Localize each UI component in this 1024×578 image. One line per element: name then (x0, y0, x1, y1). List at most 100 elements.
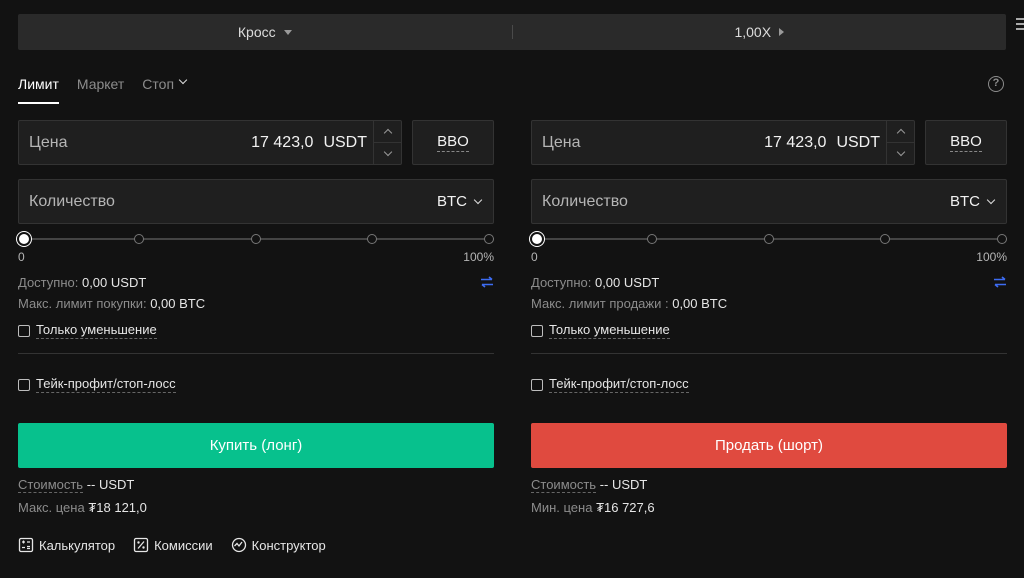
margin-mode-selector[interactable]: Кросс (18, 14, 512, 50)
margin-mode-label: Кросс (237, 24, 276, 40)
constructor-button[interactable]: Конструктор (231, 537, 326, 553)
chevron-up-icon (383, 128, 392, 138)
calculator-icon (18, 537, 34, 553)
divider (531, 353, 1007, 354)
max-limit-value: 0,00 BTC (672, 296, 728, 311)
leverage-label: 1,00X (734, 24, 772, 40)
hamburger-icon[interactable] (1016, 18, 1024, 32)
currency-label: BTC (950, 193, 980, 210)
sell-short-button[interactable]: Продать (шорт) (531, 423, 1007, 468)
max-price-value: ₮18 121,0 (88, 500, 147, 515)
max-limit-label: Макс. лимит покупки: (18, 296, 147, 311)
leverage-selector[interactable]: 1,00X (513, 14, 1007, 50)
tp-sl-checkbox[interactable]: Тейк-профит/стоп-лосс (18, 376, 494, 393)
tab-market-label: Маркет (76, 76, 125, 92)
swap-arrows-icon[interactable] (480, 276, 494, 288)
quantity-currency-selector[interactable]: BTC (950, 193, 996, 210)
bottom-tools: Калькулятор Комиссии Конструктор (18, 537, 326, 553)
divider (18, 353, 494, 354)
calculator-label: Калькулятор (39, 537, 116, 553)
reduce-only-checkbox[interactable]: Только уменьшение (531, 322, 1007, 339)
checkbox-box[interactable] (18, 324, 30, 337)
increment-button[interactable] (887, 121, 914, 143)
bbo-label: BBO (950, 133, 982, 152)
checkbox-box[interactable] (531, 378, 543, 391)
max-limit-value: 0,00 BTC (150, 296, 206, 311)
fees-button[interactable]: Комиссии (133, 537, 213, 553)
price-unit: USDT (323, 133, 367, 151)
sell-price-input[interactable]: Цена 17 423,0 USDT (531, 120, 915, 165)
chevron-down-icon (178, 75, 188, 85)
quantity-label: Количество (542, 192, 628, 210)
quantity-currency-selector[interactable]: BTC (437, 193, 483, 210)
decrement-button[interactable] (374, 143, 401, 164)
buy-long-button[interactable]: Купить (лонг) (18, 423, 494, 468)
constructor-label: Конструктор (251, 537, 326, 553)
cost-label: Стоимость (531, 477, 597, 493)
price-stepper (886, 121, 914, 164)
tab-limit[interactable]: Лимит (18, 74, 59, 104)
min-price-label: Мин. цена (531, 500, 593, 515)
increment-button[interactable] (374, 121, 401, 143)
strategy-icon (231, 537, 246, 553)
bbo-button[interactable]: BBO (412, 120, 494, 165)
tab-stop-label: Стоп (142, 76, 175, 92)
slider-handle[interactable] (530, 232, 544, 246)
chevron-down-icon (473, 195, 483, 204)
calculator-button[interactable]: Калькулятор (18, 537, 115, 553)
sell-quantity-input[interactable]: Количество BTC (531, 179, 1007, 224)
max-price-label: Макс. цена (18, 500, 85, 515)
checkbox-box[interactable] (18, 378, 30, 391)
tab-market[interactable]: Маркет (77, 74, 124, 104)
buy-price-input[interactable]: Цена 17 423,0 USDT (18, 120, 402, 165)
available-value: 0,00 USDT (81, 274, 147, 290)
buy-amount-slider[interactable] (17, 232, 494, 246)
slider-mark[interactable] (764, 234, 774, 244)
cost-label: Стоимость (18, 477, 84, 493)
slider-mark[interactable] (997, 234, 1007, 244)
slider-mark[interactable] (880, 234, 890, 244)
min-price-value: ₮16 727,6 (596, 500, 655, 515)
decrement-button[interactable] (887, 143, 914, 164)
buy-quantity-input[interactable]: Количество BTC (18, 179, 494, 224)
available-balance: Доступно: 0,00 USDT (531, 274, 1007, 290)
chevron-down-icon (383, 147, 392, 157)
slider-mark[interactable] (251, 234, 261, 244)
slider-mark[interactable] (134, 234, 144, 244)
cost-value: -- USDT (86, 477, 135, 492)
slider-mark[interactable] (367, 234, 377, 244)
price-value: 17 423,0 (764, 133, 827, 151)
max-limit: Макс. лимит покупки: 0,00 BTC (18, 296, 494, 312)
bbo-label: BBO (437, 133, 469, 152)
available-value: 0,00 USDT (594, 274, 660, 290)
available-label: Доступно: (18, 274, 79, 290)
reduce-only-checkbox[interactable]: Только уменьшение (18, 322, 494, 339)
price-unit: USDT (836, 133, 880, 151)
reduce-only-label: Только уменьшение (549, 322, 670, 339)
available-balance: Доступно: 0,00 USDT (18, 274, 494, 290)
price-stepper (373, 121, 401, 164)
order-cost: Стоимость -- USDT (531, 477, 1007, 493)
checkbox-box[interactable] (531, 324, 543, 337)
sell-button-label: Продать (шорт) (714, 437, 823, 454)
swap-arrows-icon[interactable] (993, 276, 1007, 288)
sell-panel: Цена 17 423,0 USDT BBO Количество BTC 0 … (530, 120, 1007, 516)
available-label: Доступно: (531, 274, 592, 290)
slider-mark[interactable] (647, 234, 657, 244)
bbo-button[interactable]: BBO (925, 120, 1007, 165)
chevron-down-icon (986, 195, 996, 204)
slider-max-label: 100% (976, 250, 1007, 264)
question-circle-icon[interactable]: ? (988, 76, 1004, 92)
max-price: Макс. цена ₮18 121,0 (18, 500, 494, 516)
chevron-down-icon (896, 147, 905, 157)
sell-amount-slider[interactable] (530, 232, 1007, 246)
tab-stop[interactable]: Стоп (142, 74, 188, 104)
tp-sl-label: Тейк-профит/стоп-лосс (549, 376, 689, 393)
reduce-only-label: Только уменьшение (36, 322, 157, 339)
slider-mark[interactable] (484, 234, 494, 244)
tp-sl-checkbox[interactable]: Тейк-профит/стоп-лосс (531, 376, 1007, 393)
currency-label: BTC (437, 193, 467, 210)
slider-handle[interactable] (17, 232, 31, 246)
caret-right-icon (779, 28, 785, 36)
buy-button-label: Купить (лонг) (209, 437, 303, 454)
